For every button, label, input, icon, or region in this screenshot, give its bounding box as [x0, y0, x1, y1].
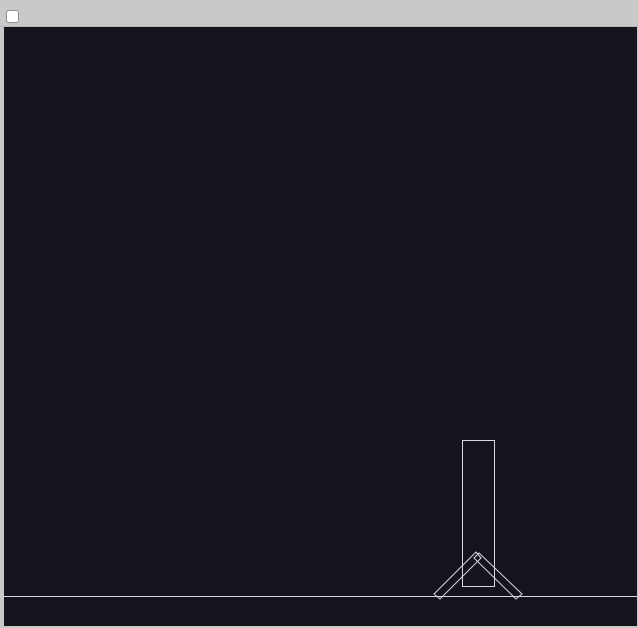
simulation-canvas[interactable] [4, 27, 637, 626]
right-leg [473, 552, 523, 600]
tall-rectangle [462, 440, 495, 587]
toolbar [0, 0, 638, 27]
scene-svg [4, 440, 637, 600]
left-leg [433, 551, 482, 600]
toggle-checkbox[interactable] [6, 10, 19, 23]
app-window [0, 0, 638, 628]
